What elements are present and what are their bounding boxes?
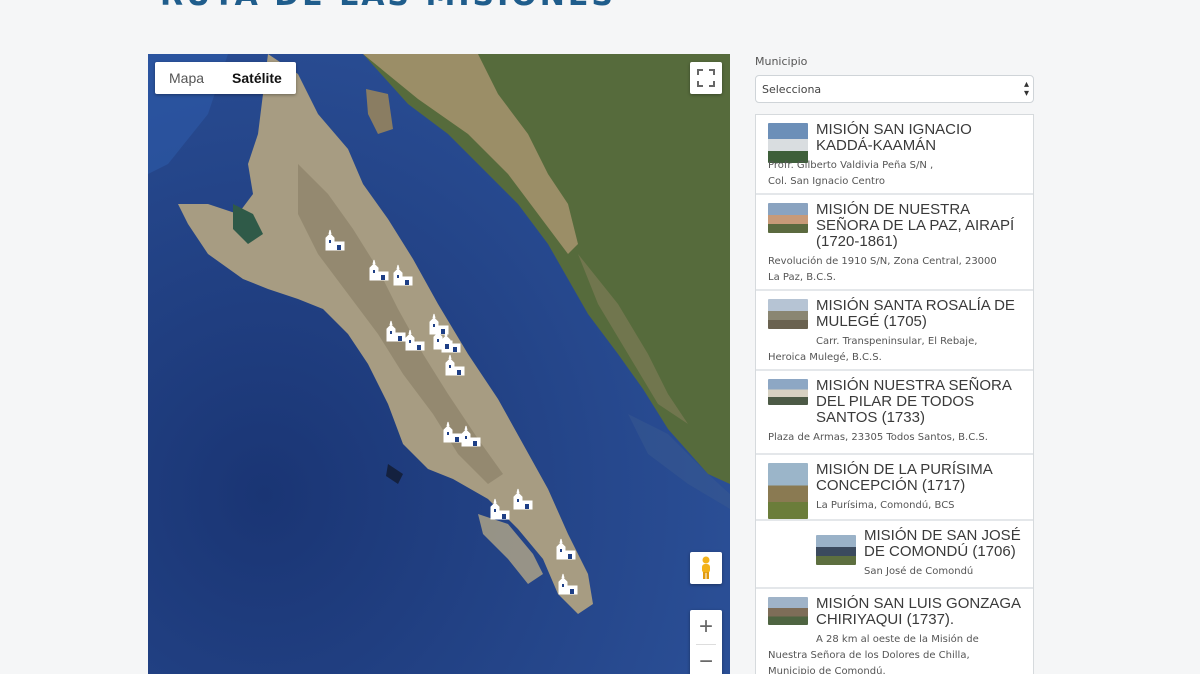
mission-address: Revolución de 1910 S/N, Zona Central, 23… xyxy=(768,256,997,267)
mission-address: La Purísima, Comondú, BCS xyxy=(816,500,955,511)
mission-thumbnail xyxy=(768,123,808,163)
mission-marker-icon[interactable] xyxy=(368,258,392,282)
mission-address: Col. San Ignacio Centro xyxy=(768,176,885,187)
mission-list-item[interactable]: MISIÓN DE LA PURÍSIMA CONCEPCIÓN (1717) La… xyxy=(756,455,1033,521)
mission-title: MISIÓN DE SAN JOSÉ xyxy=(864,527,1021,544)
mission-marker-icon[interactable] xyxy=(555,537,579,561)
mission-thumbnail xyxy=(816,535,856,565)
mission-title: DE COMONDÚ (1706) xyxy=(864,543,1016,560)
mission-marker-icon[interactable] xyxy=(460,424,484,448)
mission-marker-icon[interactable] xyxy=(444,353,468,377)
municipio-select-value: Selecciona xyxy=(762,83,822,96)
mission-address: Nuestra Señora de los Dolores de Chilla, xyxy=(768,650,970,661)
mission-title: MULEGÉ (1705) xyxy=(816,313,927,330)
mission-title: MISIÓN DE NUESTRA xyxy=(816,201,971,218)
mission-list-item[interactable]: MISIÓN SAN LUIS GONZAGA CHIRIYAQUI (1737)… xyxy=(756,589,1033,674)
mission-address: Carr. Transpeninsular, El Rebaje, xyxy=(816,336,978,347)
street-view-pegman-button[interactable] xyxy=(690,552,722,584)
mission-title: (1720-1861) xyxy=(816,233,898,250)
mission-title: MISIÓN SAN LUIS GONZAGA xyxy=(816,595,1022,612)
mission-title: CHIRIYAQUI (1737). xyxy=(816,611,955,628)
mission-marker-icon[interactable] xyxy=(512,487,536,511)
mission-title: MISIÓN SANTA ROSALÍA DE xyxy=(816,297,1015,314)
pegman-icon xyxy=(702,556,710,579)
mission-address: Heroica Mulegé, B.C.S. xyxy=(768,352,882,363)
mission-title: MISIÓN SAN IGNACIO xyxy=(816,121,972,138)
mission-thumbnail xyxy=(768,379,808,405)
mission-title: MISIÓN NUESTRA SEÑORA xyxy=(816,377,1012,394)
zoom-out-button[interactable]: − xyxy=(690,645,722,674)
mission-marker-icon[interactable] xyxy=(324,228,348,252)
satellite-map[interactable]: Mapa Satélite + − xyxy=(148,54,730,674)
mission-list-item[interactable]: MISIÓN SAN IGNACIO KADDÁ-KAAMÁN Profr. Gil… xyxy=(756,115,1033,195)
mission-list[interactable]: MISIÓN SAN IGNACIO KADDÁ-KAAMÁN Profr. Gil… xyxy=(755,114,1034,674)
municipio-label: Municipio xyxy=(755,55,808,68)
mission-title: CONCEPCIÓN (1717) xyxy=(816,477,966,494)
map-type-control: Mapa Satélite xyxy=(155,62,296,94)
mission-title: SEÑORA DE LA PAZ, AIRAPÍ xyxy=(816,217,1015,234)
mission-marker-icon[interactable] xyxy=(557,572,581,596)
mission-title: MISIÓN DE LA PURÍSIMA xyxy=(816,461,993,478)
mission-thumbnail xyxy=(768,463,808,519)
mission-title: SANTOS (1733) xyxy=(816,409,925,426)
mission-thumbnail xyxy=(768,597,808,625)
select-arrows-icon: ▴ ▾ xyxy=(1023,79,1029,99)
mission-thumbnail xyxy=(768,299,808,329)
mission-title: KADDÁ-KAAMÁN xyxy=(816,137,937,154)
mission-address: Plaza de Armas, 23305 Todos Santos, B.C.… xyxy=(768,432,988,443)
mission-address: A 28 km al oeste de la Misión de xyxy=(816,634,979,645)
mission-marker-icon[interactable] xyxy=(432,327,456,351)
mission-address: Municipio de Comondú. xyxy=(768,666,886,674)
map-type-satellite-option[interactable]: Satélite xyxy=(218,62,296,94)
mission-list-item[interactable]: MISIÓN DE NUESTRA SEÑORA DE LA PAZ, AIRAP… xyxy=(756,195,1033,291)
zoom-in-button[interactable]: + xyxy=(690,610,722,644)
mission-address: Profr. Gilberto Valdivia Peña S/N , xyxy=(768,160,934,171)
mission-list-item[interactable]: MISIÓN DE SAN JOSÉ DE COMONDÚ (1706) San J… xyxy=(756,521,1033,589)
fullscreen-icon xyxy=(697,69,715,87)
mission-title: DEL PILAR DE TODOS xyxy=(816,393,975,410)
fullscreen-button[interactable] xyxy=(690,62,722,94)
mission-marker-icon[interactable] xyxy=(392,263,416,287)
zoom-control: + − xyxy=(690,610,722,674)
mission-thumbnail xyxy=(768,203,808,233)
mission-marker-icon[interactable] xyxy=(404,328,428,352)
mission-address: San José de Comondú xyxy=(864,566,974,577)
mission-list-item[interactable]: MISIÓN NUESTRA SEÑORA DEL PILAR DE TODOS S… xyxy=(756,371,1033,455)
mission-address: La Paz, B.C.S. xyxy=(768,272,836,283)
map-imagery[interactable] xyxy=(148,54,730,674)
mission-list-item[interactable]: MISIÓN SANTA ROSALÍA DE MULEGÉ (1705) Carr… xyxy=(756,291,1033,371)
map-type-map-option[interactable]: Mapa xyxy=(155,62,218,94)
municipio-select[interactable]: Selecciona ▴ ▾ xyxy=(755,75,1034,103)
page-title: RUTA DE LAS MISIONES xyxy=(160,0,616,13)
mission-marker-icon[interactable] xyxy=(489,497,513,521)
